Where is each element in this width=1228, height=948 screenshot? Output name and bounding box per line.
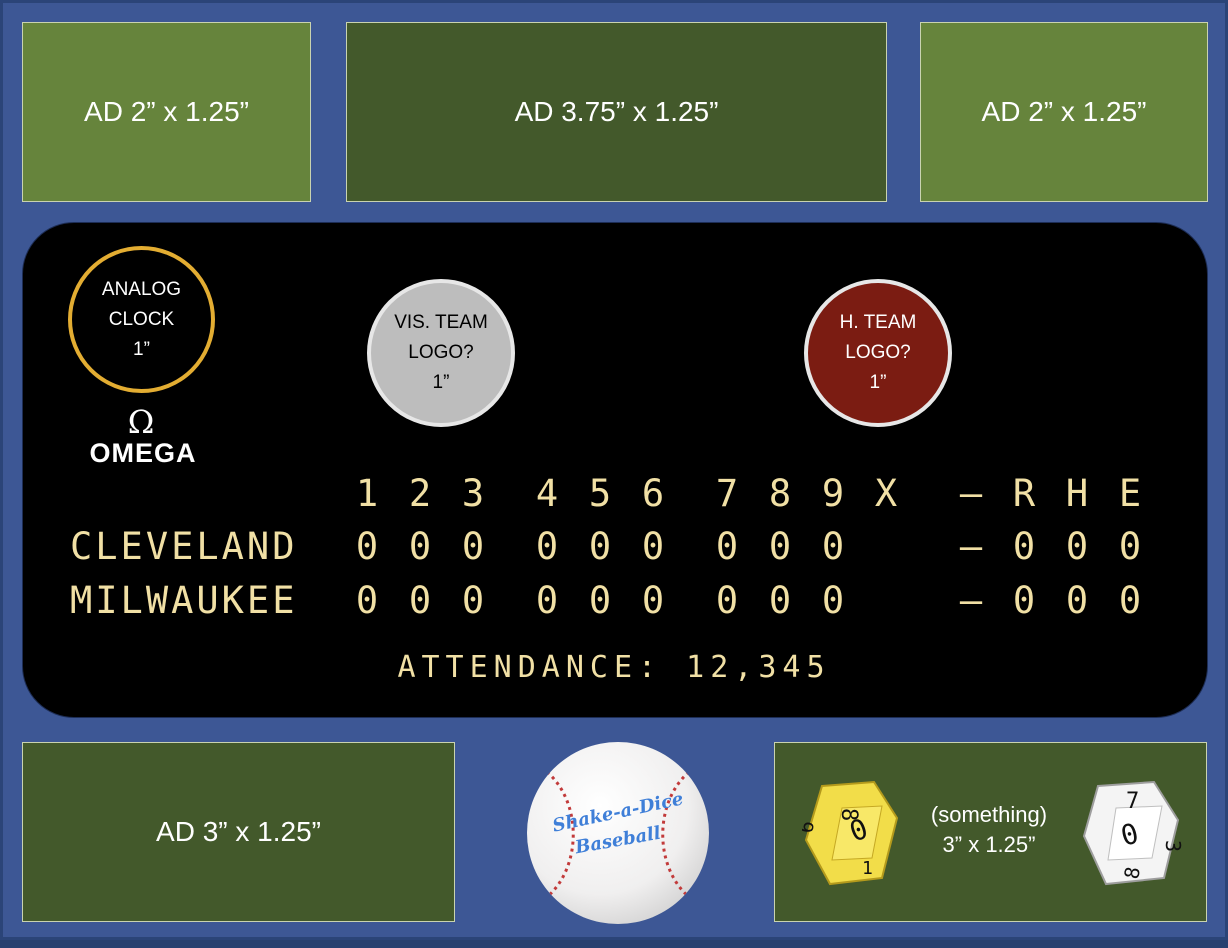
visitor-inning-4: 0 <box>535 525 559 568</box>
home-inning-9: 0 <box>821 579 845 622</box>
visitor-inning-5: 0 <box>588 525 612 568</box>
clock-label-2: CLOCK <box>108 308 175 330</box>
visitor-inning-6: 0 <box>641 525 665 568</box>
visitor-runs: 0 <box>1012 525 1036 568</box>
dice-panel-line-1: (something) <box>930 802 1048 827</box>
inning-header-1: 1 <box>355 472 379 515</box>
ad-top-left-label: AD 2” x 1.25” <box>84 96 249 127</box>
clock-label-3: 1” <box>133 338 150 360</box>
home-hits: 0 <box>1065 579 1089 622</box>
errors-header: E <box>1118 472 1142 515</box>
home-logo-label-1: H. TEAM <box>839 312 917 333</box>
header-dash: — <box>959 472 983 515</box>
inning-header-3: 3 <box>461 472 485 515</box>
inning-header-9: 9 <box>821 472 845 515</box>
team-name-visitor: CLEVELAND <box>70 525 298 568</box>
baseball-logo: Shake-a-Dice Baseball <box>527 742 709 924</box>
ad-bottom-left: AD 3” x 1.25” <box>22 742 455 922</box>
home-inning-1: 0 <box>355 579 379 622</box>
omega-icon: Ω <box>127 403 155 441</box>
hits-header: H <box>1065 472 1089 515</box>
visitor-hits: 0 <box>1065 525 1089 568</box>
omega-logo-text: OMEGA <box>89 438 197 468</box>
runs-header: R <box>1012 472 1036 515</box>
inning-header-7: 7 <box>715 472 739 515</box>
inning-header-2: 2 <box>408 472 432 515</box>
visitor-errors: 0 <box>1118 525 1142 568</box>
visitor-inning-3: 0 <box>461 525 485 568</box>
home-logo-label-3: 1” <box>869 372 887 393</box>
inning-header-5: 5 <box>588 472 612 515</box>
clock-label-1: ANALOG <box>101 278 182 300</box>
white-die-number-3: 3 <box>1161 840 1182 852</box>
dice-panel-label: (something) 3” x 1.25” <box>910 800 1068 860</box>
white-die-number-1: 7 <box>1126 789 1139 814</box>
home-team-logo-placeholder: H. TEAM LOGO? 1” <box>804 279 952 427</box>
ad-top-right: AD 2” x 1.25” <box>920 22 1208 202</box>
home-inning-7: 0 <box>715 579 739 622</box>
white-die-icon: 7 0 3 8 <box>1082 780 1182 886</box>
dice-panel-line-2: 3” x 1.25” <box>942 832 1036 857</box>
ad-top-right-label: AD 2” x 1.25” <box>981 96 1147 127</box>
home-inning-4: 0 <box>535 579 559 622</box>
home-inning-8: 0 <box>768 579 792 622</box>
team-name-home: MILWAUKEE <box>70 579 298 622</box>
home-dash: — <box>959 579 983 622</box>
inning-header-6: 6 <box>641 472 665 515</box>
yellow-die-icon: 8 0 6 1 <box>802 780 899 886</box>
home-inning-6: 0 <box>641 579 665 622</box>
home-inning-5: 0 <box>588 579 612 622</box>
ad-top-center: AD 3.75” x 1.25” <box>346 22 887 202</box>
visitor-logo-label-1: VIS. TEAM <box>394 312 488 333</box>
visitor-dash: — <box>959 525 983 568</box>
analog-clock-placeholder: ANALOG CLOCK 1” <box>68 246 215 393</box>
inning-header-4: 4 <box>535 472 559 515</box>
attendance-readout: ATTENDANCE: 12,345 <box>397 650 831 685</box>
home-errors: 0 <box>1118 579 1142 622</box>
ad-bottom-left-label: AD 3” x 1.25” <box>156 816 321 847</box>
inning-header-extra: X <box>874 472 898 515</box>
home-inning-2: 0 <box>408 579 432 622</box>
ad-top-center-label: AD 3.75” x 1.25” <box>514 96 719 127</box>
ad-top-left: AD 2” x 1.25” <box>22 22 311 202</box>
home-logo-label-2: LOGO? <box>845 342 911 363</box>
visitor-inning-1: 0 <box>355 525 379 568</box>
home-inning-3: 0 <box>461 579 485 622</box>
visitor-inning-7: 0 <box>715 525 739 568</box>
yellow-die-number-4: 1 <box>862 858 873 879</box>
inning-header-8: 8 <box>768 472 792 515</box>
home-runs: 0 <box>1012 579 1036 622</box>
visitor-logo-label-2: LOGO? <box>408 342 474 363</box>
visitor-inning-8: 0 <box>768 525 792 568</box>
visitor-logo-label-3: 1” <box>432 372 450 393</box>
visitor-team-logo-placeholder: VIS. TEAM LOGO? 1” <box>367 279 515 427</box>
visitor-inning-9: 0 <box>821 525 845 568</box>
visitor-inning-2: 0 <box>408 525 432 568</box>
